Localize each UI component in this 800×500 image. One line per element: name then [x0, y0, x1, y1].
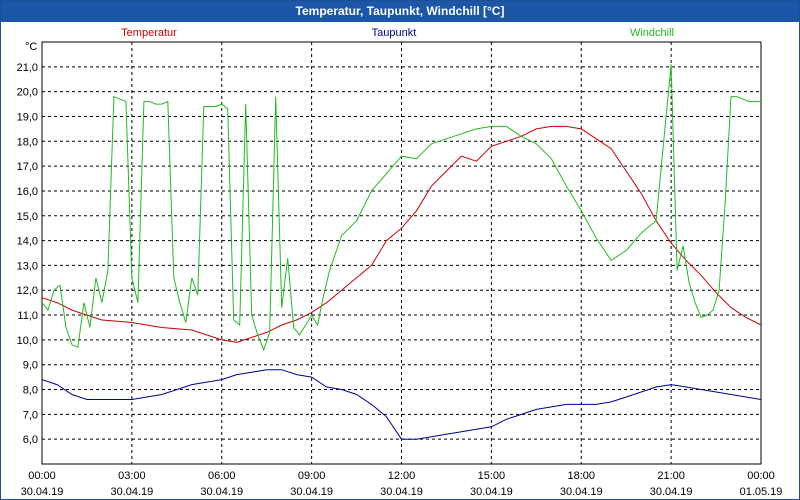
x-tick-date: 30.04.19 [290, 486, 333, 498]
y-tick-label: 9,0 [23, 360, 38, 372]
x-tick-time: 06:00 [208, 470, 236, 482]
y-tick-label: 20,0 [17, 87, 38, 99]
y-tick-label: 7,0 [23, 409, 38, 421]
x-tick-time: 12:00 [388, 470, 416, 482]
x-tick-date: 30.04.19 [560, 486, 603, 498]
y-tick-label: 12,0 [17, 285, 38, 297]
x-tick-time: 18:00 [567, 470, 595, 482]
x-tick-date: 30.04.19 [110, 486, 153, 498]
legend-entry-taupunkt: Taupunkt [372, 27, 417, 39]
y-tick-label: 10,0 [17, 335, 38, 347]
window-title: Temperatur, Taupunkt, Windchill [°C] [1, 1, 799, 22]
y-tick-label: 16,0 [17, 186, 38, 198]
x-tick-date: 30.04.19 [470, 486, 513, 498]
y-tick-label: 15,0 [17, 211, 38, 223]
chart-svg: °C 6,0 7,0 8,0 9,0 10,0 11,0 12,0 13,0 14,0 15,0 1… [17, 27, 783, 498]
x-tick-time: 15:00 [478, 470, 506, 482]
y-tick-label: 11,0 [17, 310, 38, 322]
y-tick-label: 18,0 [17, 136, 38, 148]
x-tick-time: 21:00 [657, 470, 685, 482]
x-tick-date: 30.04.19 [21, 486, 64, 498]
legend-entry-temperatur: Temperatur [121, 27, 177, 39]
legend-entry-windchill: Windchill [630, 27, 674, 39]
y-tick-label: 6,0 [23, 434, 38, 446]
y-tick-label: 19,0 [17, 111, 38, 123]
y-tick-label: 8,0 [23, 385, 38, 397]
x-tick-date: 30.04.19 [650, 486, 693, 498]
x-tick-time: 09:00 [298, 470, 326, 482]
x-tick-time: 00:00 [28, 470, 56, 482]
x-tick-time: 00:00 [747, 470, 775, 482]
chart-window: Temperatur, Taupunkt, Windchill [°C] °C … [0, 0, 800, 500]
y-tick-label: 17,0 [17, 161, 38, 173]
x-tick-date: 30.04.19 [200, 486, 243, 498]
x-tick-date: 01.05.19 [740, 486, 783, 498]
x-tick-date: 30.04.19 [380, 486, 423, 498]
x-tick-time: 03:00 [118, 470, 146, 482]
y-tick-label: 13,0 [17, 260, 38, 272]
y-axis-label: °C [25, 41, 37, 53]
y-tick-label: 21,0 [17, 62, 38, 74]
y-tick-label: 14,0 [17, 236, 38, 248]
